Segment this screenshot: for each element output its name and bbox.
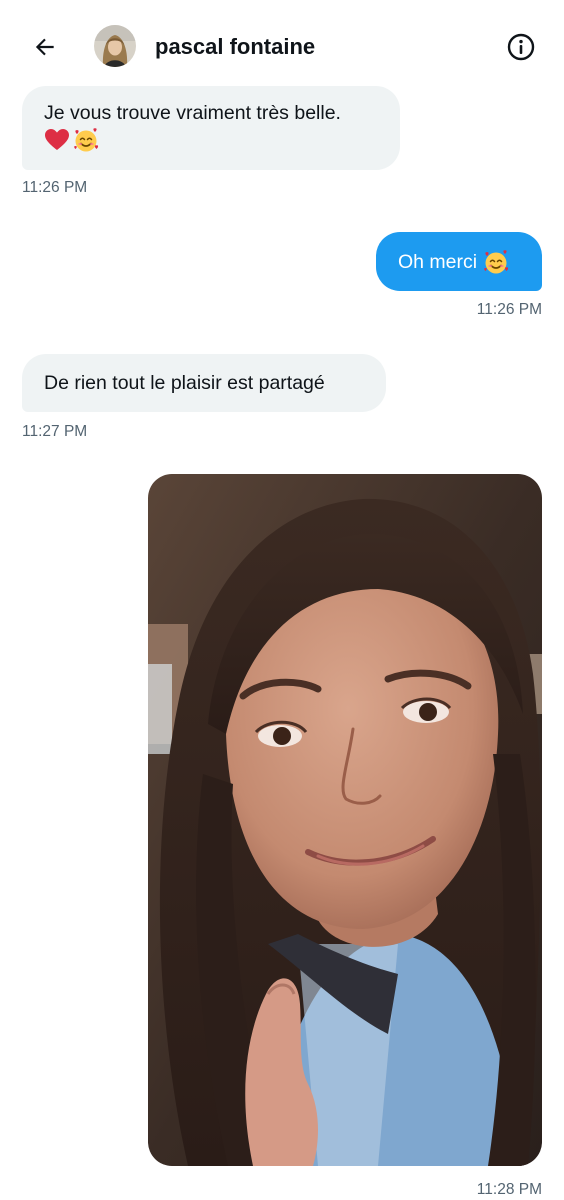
arrow-left-icon <box>35 38 54 56</box>
message-text: De rien tout le plaisir est partagé <box>44 372 325 394</box>
red-heart-emoji <box>45 129 69 150</box>
conversation-header: pascal fontaine <box>0 0 564 92</box>
back-button[interactable] <box>28 30 62 64</box>
info-circle-icon <box>507 33 535 61</box>
incoming-message-bubble[interactable]: Je vous trouve vraiment très belle. <box>22 86 400 170</box>
photo-message[interactable] <box>148 474 542 1166</box>
selfie-photo <box>148 474 542 1166</box>
message-timestamp: 11:26 PM <box>22 179 88 196</box>
message-text: Je vous trouve vraiment très belle. <box>44 102 341 124</box>
contact-name[interactable]: pascal fontaine <box>155 33 315 61</box>
incoming-message-bubble[interactable]: De rien tout le plaisir est partagé <box>22 354 386 412</box>
smiling-face-with-hearts-emoji <box>484 249 509 273</box>
message-text: Oh merci <box>398 250 478 273</box>
avatar[interactable] <box>94 25 136 67</box>
outgoing-message-bubble[interactable]: Oh merci <box>376 232 542 291</box>
message-timestamp: 11:28 PM <box>476 1181 542 1198</box>
smiling-face-with-hearts-emoji <box>74 128 99 152</box>
info-button[interactable] <box>504 30 538 64</box>
message-timestamp: 11:26 PM <box>476 301 542 318</box>
message-timestamp: 11:27 PM <box>22 423 88 440</box>
